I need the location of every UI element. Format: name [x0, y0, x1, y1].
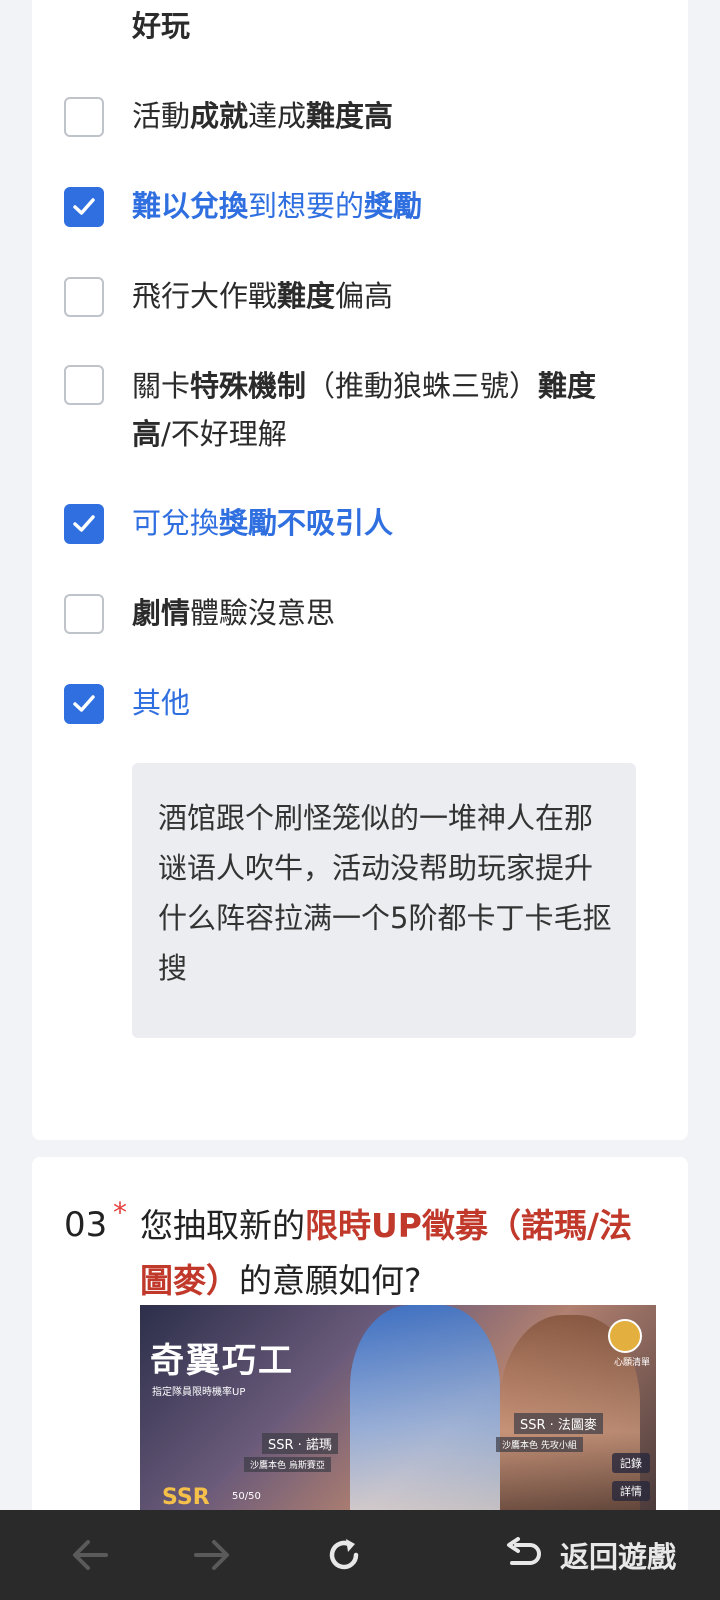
option-label-part: 獎勵不吸引人: [219, 506, 394, 540]
wishlist-label: 心願清單: [613, 1358, 650, 1368]
option-checkbox[interactable]: [64, 504, 104, 544]
option-label-part: 其他: [132, 686, 191, 720]
option-label-part: 到想要的: [248, 189, 365, 223]
back-arrow-button[interactable]: [60, 1510, 120, 1600]
option-checkbox[interactable]: [64, 187, 104, 227]
option-label-part: 劇情: [132, 596, 191, 630]
other-textarea[interactable]: 酒馆跟个刷怪笼似的一堆神人在那谜语人吹牛，活动没帮助玩家提升什么阵容拉满一个5阶…: [132, 763, 636, 1038]
question-title: 您抽取新的限時UP徵募（諾瑪/法圖麥）的意願如何?: [140, 1198, 660, 1308]
option-label-part: 體驗沒意思: [190, 596, 336, 630]
option-text-tail: 好玩: [132, 9, 191, 43]
banner-char2-name: SSR · 法圖麥: [514, 1413, 603, 1434]
option-checkbox[interactable]: [64, 97, 104, 137]
arrow-left-icon: [73, 1540, 108, 1570]
option-label-part: 難度: [277, 279, 336, 313]
option-label-part: 可兌換: [132, 506, 220, 540]
return-to-game-label: 返回遊戲: [559, 1540, 676, 1574]
option-checkbox[interactable]: [64, 684, 104, 724]
banner-title: 奇翼巧工: [150, 1341, 294, 1381]
option-label-part: 難度高: [306, 99, 394, 133]
option-label-part: （推動狼蛛三號）: [306, 369, 539, 403]
banner-char2-sub1: 沙鷹本色: [502, 1441, 539, 1451]
wishlist-icon: [608, 1319, 642, 1353]
option-label-part: 偏高: [335, 279, 394, 313]
option-label[interactable]: 關卡特殊機制（推動狼蛛三號）難度高/不好理解: [132, 362, 632, 458]
arrow-right-icon: [194, 1540, 229, 1570]
gacha-banner-image: 奇翼巧工 指定隊員限時機率UP SSR · 諾瑪 沙鷹本色 烏斯賽亞 SSR ·…: [140, 1305, 656, 1510]
option-label[interactable]: 其他: [132, 679, 632, 727]
banner-records-button: 記錄: [612, 1453, 650, 1473]
option-label-part: /不好理解: [161, 417, 287, 451]
question-number: 03: [64, 1205, 108, 1245]
option-checkbox[interactable]: [64, 277, 104, 317]
bottom-navbar: 返回遊戲: [0, 1510, 720, 1600]
checkmark-icon: [73, 198, 95, 215]
character-art: [350, 1305, 500, 1510]
banner-char1-name: SSR · 諾瑪: [262, 1433, 338, 1454]
option-label[interactable]: 劇情體驗沒意思: [132, 589, 632, 637]
return-to-game-button[interactable]: 返回遊戲: [490, 1510, 690, 1600]
option-label-part: 特殊機制: [190, 369, 307, 403]
banner-char1-sub: 沙鷹本色 烏斯賽亞: [244, 1457, 331, 1472]
option-label-part: 活動: [132, 99, 191, 133]
reload-icon: [329, 1539, 359, 1570]
option-checkbox[interactable]: [64, 365, 104, 405]
option-checkbox[interactable]: [64, 594, 104, 634]
required-mark: *: [113, 1196, 127, 1229]
banner-count: 50/50: [232, 1491, 261, 1502]
option-label-part: 獎勵: [364, 189, 423, 223]
question-title-part: 的意願如何?: [239, 1261, 422, 1300]
question-title-part: 您抽取新的: [140, 1206, 305, 1245]
option-label[interactable]: 可兌換獎勵不吸引人: [132, 499, 632, 547]
option-label[interactable]: 飛行大作戰難度偏高: [132, 272, 632, 320]
banner-char1-sub1: 沙鷹本色: [250, 1461, 287, 1471]
banner-subtitle: 指定隊員限時機率UP: [152, 1387, 246, 1398]
option-label-part: 難以兌換: [132, 189, 249, 223]
option-label-part: 飛行大作戰: [132, 279, 278, 313]
other-textarea-value: 酒馆跟个刷怪笼似的一堆神人在那谜语人吹牛，活动没帮助玩家提升什么阵容拉满一个5阶…: [158, 801, 612, 985]
option-label-part: 關卡: [132, 369, 191, 403]
option-label[interactable]: 活動成就達成難度高: [132, 92, 632, 140]
banner-details-button: 詳情: [612, 1481, 650, 1501]
checkmark-icon: [73, 695, 95, 712]
return-icon: [506, 1537, 541, 1565]
banner-char2-sub: 沙鷹本色 先攻小組: [496, 1437, 583, 1452]
option-label[interactable]: 難以兌換到想要的獎勵: [132, 182, 632, 230]
checkmark-icon: [73, 515, 95, 532]
option-label-part: 成就: [190, 99, 249, 133]
reload-button[interactable]: [314, 1510, 374, 1600]
option-label-part: 達成: [248, 99, 307, 133]
forward-arrow-button[interactable]: [182, 1510, 242, 1600]
banner-char2-sub2: 先攻小組: [540, 1441, 577, 1451]
banner-char1-sub2: 烏斯賽亞: [288, 1461, 325, 1471]
banner-ssr-label: SSR: [162, 1485, 210, 1510]
